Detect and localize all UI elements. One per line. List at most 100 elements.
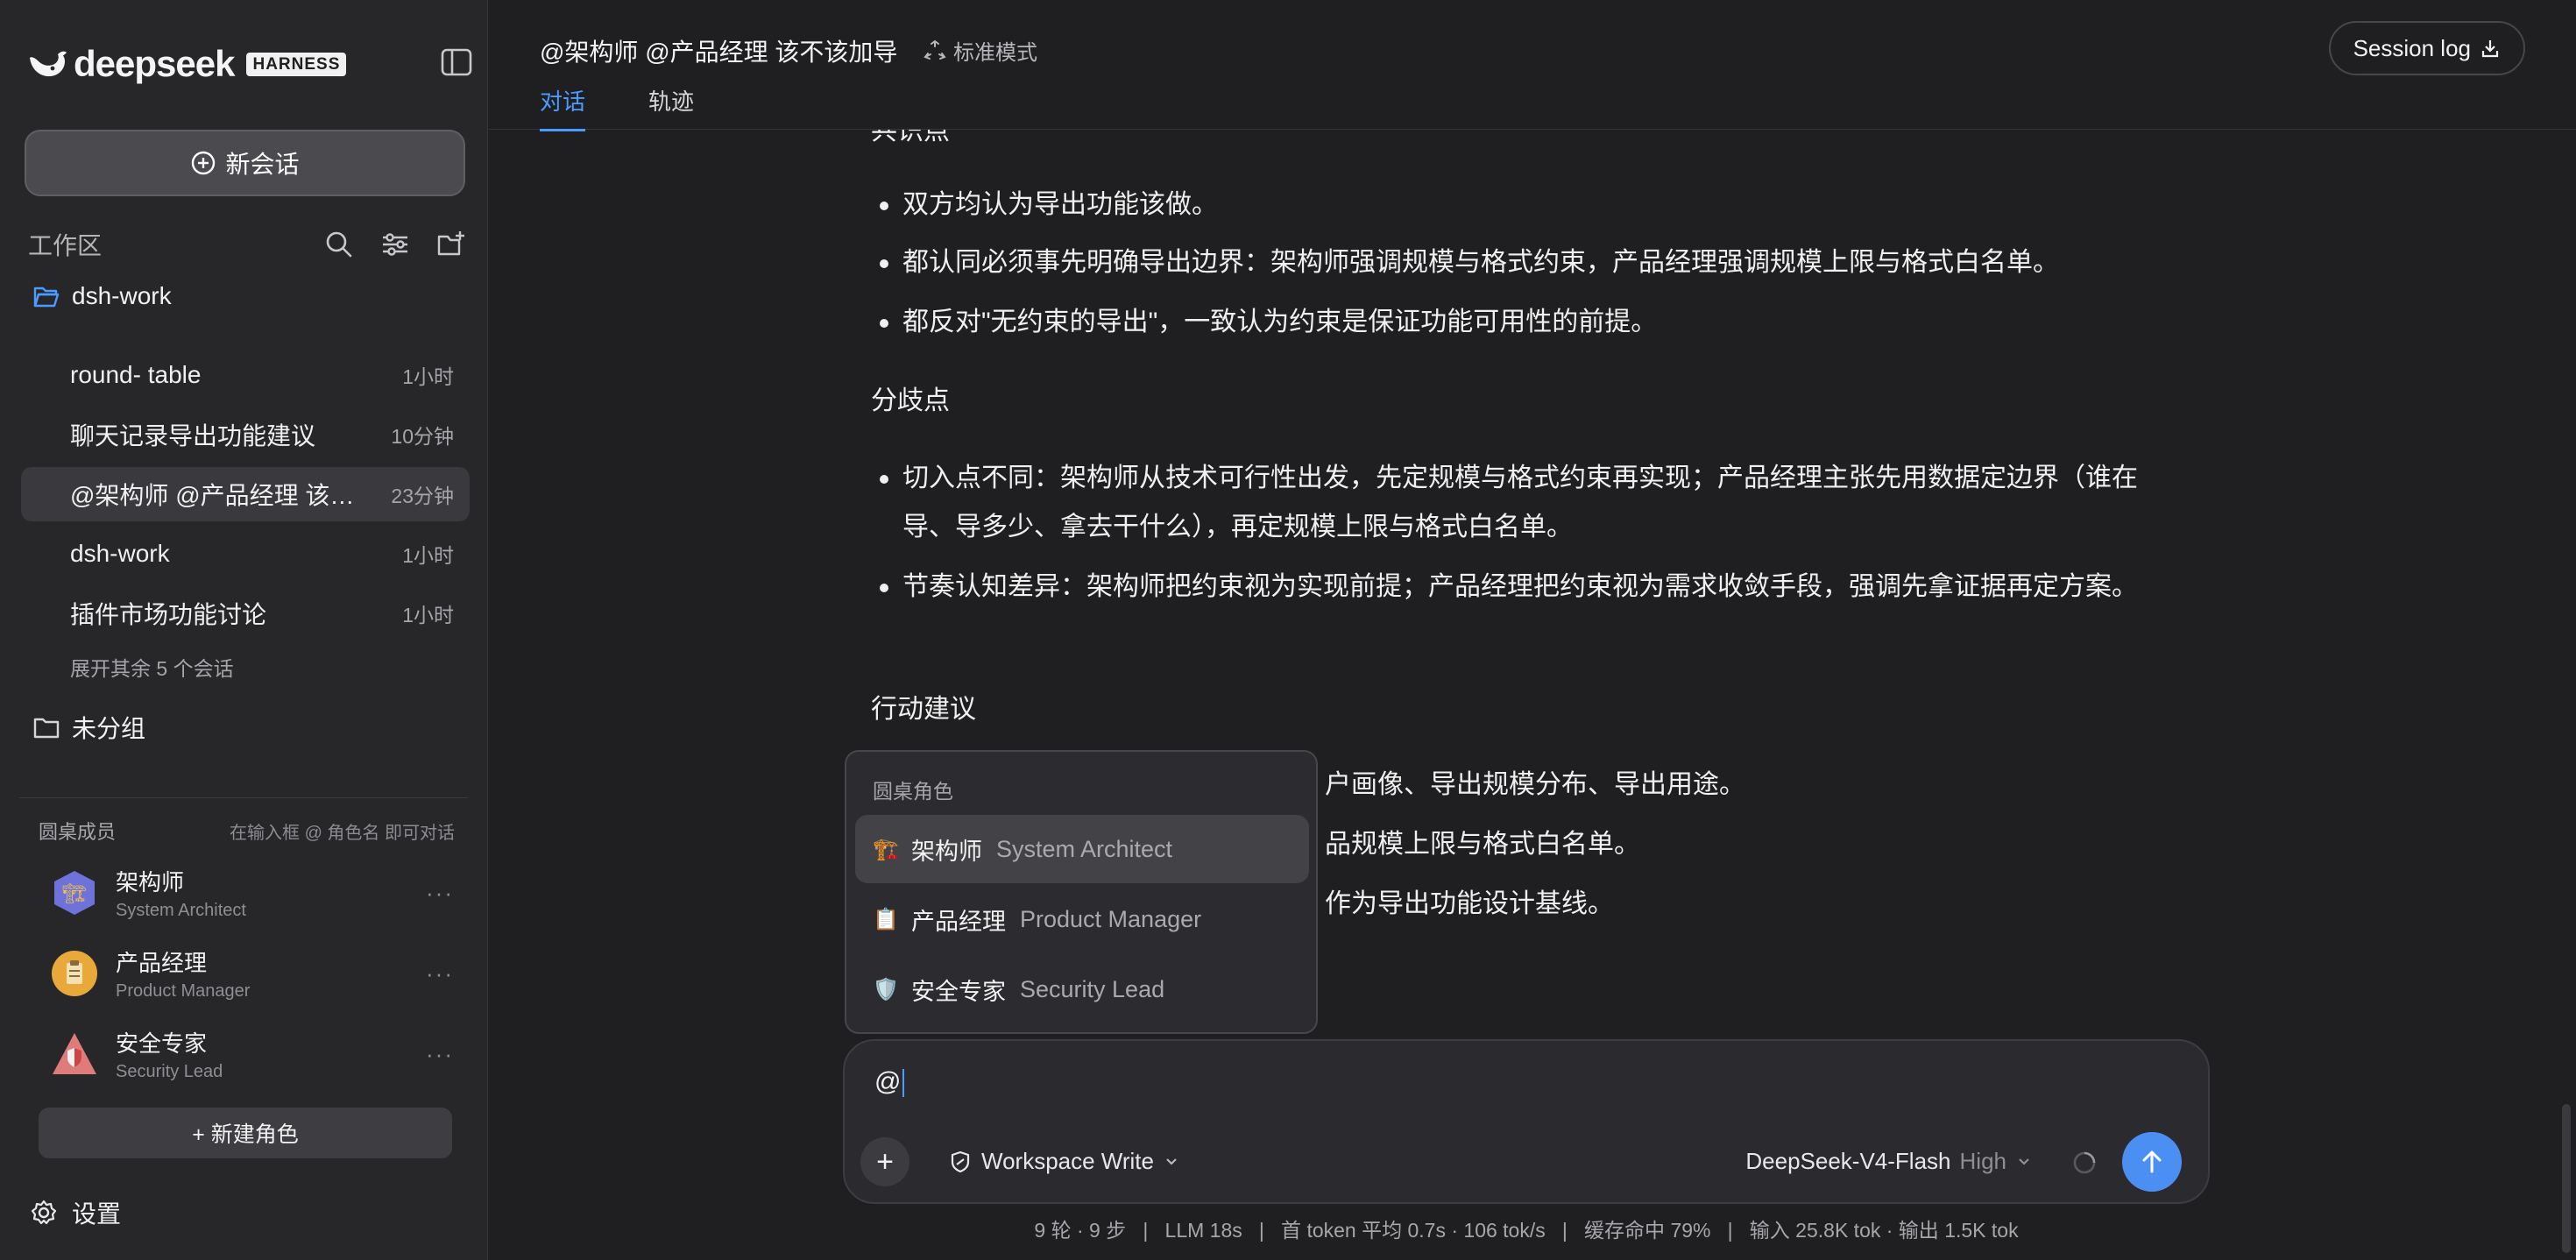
- clipboard-icon: [51, 950, 98, 997]
- logo: deepseek HARNESS: [26, 42, 473, 86]
- shield-icon: [51, 1030, 98, 1078]
- member-name: 安全专家: [116, 1030, 208, 1057]
- search-icon[interactable]: [324, 230, 354, 259]
- workspace-header: 工作区: [28, 226, 466, 263]
- input-value: @: [874, 1067, 902, 1096]
- list-item-partial: 户画像、导出规模分布、导出用途。: [1302, 761, 2113, 810]
- conversation-item[interactable]: round- table 1小时: [21, 348, 470, 402]
- sidebar: deepseek HARNESS 新会话 工作区 dsh-work round-…: [0, 0, 488, 1260]
- new-chat-label: 新会话: [225, 151, 300, 178]
- whale-logo-icon: [30, 51, 67, 77]
- folder-dsh-work[interactable]: dsh-work: [33, 279, 172, 314]
- folder-icon: [33, 718, 60, 739]
- conversation-name: 插件市场功能讨论: [70, 601, 267, 628]
- attach-button[interactable]: +: [860, 1137, 909, 1186]
- arrow-up-icon: [2142, 1150, 2162, 1173]
- new-role-button[interactable]: + 新建角色: [39, 1108, 452, 1158]
- loading-spinner-icon: [2073, 1151, 2096, 1174]
- folder-name: dsh-work: [72, 282, 172, 309]
- popup-header: 圆桌角色: [873, 780, 953, 803]
- option-role: Security Lead: [1020, 975, 1165, 1002]
- filter-sliders-icon[interactable]: [380, 230, 410, 259]
- new-folder-icon[interactable]: [436, 230, 466, 259]
- section-heading: 分歧点: [871, 386, 950, 415]
- tab-bar: 对话 轨迹: [540, 84, 694, 131]
- send-button[interactable]: [2122, 1132, 2182, 1192]
- section-heading: 行动建议: [871, 695, 976, 724]
- conversation-time: 23分钟: [391, 485, 454, 507]
- conversation-item-active[interactable]: @架构师 @产品经理 该不... 23分钟: [21, 467, 470, 521]
- crane-icon: 🏗: [51, 869, 98, 917]
- mention-popup: 圆桌角色 🏗️ 架构师 System Architect 📋 产品经理 Prod…: [845, 750, 1318, 1034]
- mention-option-architect[interactable]: 🏗️ 架构师 System Architect: [855, 815, 1309, 883]
- members-title: 圆桌成员: [39, 821, 117, 843]
- list-item: 节奏认知差异：架构师把约束视为实现前提；产品经理把约束视为需求收敛手段，强调先拿…: [880, 563, 2173, 612]
- conversation-time: 1小时: [402, 604, 454, 626]
- settings-label: 设置: [72, 1200, 122, 1228]
- member-name: 产品经理: [116, 950, 208, 976]
- option-name: 安全专家: [911, 978, 1006, 1005]
- message-input[interactable]: @: [874, 1067, 905, 1098]
- member-product-manager[interactable]: 产品经理 Product Manager ···: [51, 943, 454, 1004]
- tab-chat[interactable]: 对话: [540, 84, 586, 131]
- mention-option-product-manager[interactable]: 📋 产品经理 Product Manager: [855, 885, 1309, 953]
- text-caret: [902, 1069, 905, 1098]
- conversation-name: round- table: [70, 361, 202, 388]
- conversation-name: @架构师 @产品经理 该不...: [70, 482, 368, 509]
- download-icon: [2481, 40, 2499, 58]
- mode-label: 标准模式: [953, 41, 1037, 65]
- list-item: 都认同必须事先明确导出边界：架构师强调规模与格式约束，产品经理强调规模上限与格式…: [880, 238, 2173, 287]
- settings-button[interactable]: 设置: [30, 1195, 121, 1230]
- session-stats: 9 轮 · 9 步 | LLM 18s | 首 token 平均 0.7s · …: [1034, 1219, 2019, 1242]
- permission-label: Workspace Write: [981, 1148, 1154, 1174]
- sidebar-toggle-icon[interactable]: [440, 47, 473, 77]
- gear-icon: [31, 1200, 57, 1225]
- conversation-item[interactable]: dsh-work 1小时: [21, 527, 470, 581]
- option-name: 产品经理: [911, 908, 1006, 935]
- member-role: Product Manager: [116, 981, 251, 1001]
- member-role: Security Lead: [116, 1062, 223, 1081]
- model-selector[interactable]: DeepSeek-V4-Flash High: [1745, 1148, 2033, 1175]
- more-options-icon[interactable]: ···: [426, 960, 454, 987]
- more-options-icon[interactable]: ···: [426, 880, 454, 907]
- more-options-icon[interactable]: ···: [426, 1041, 454, 1068]
- folder-ungrouped[interactable]: 未分组: [33, 710, 145, 745]
- expand-more-link[interactable]: 展开其余 5 个会话: [70, 652, 234, 682]
- scrollbar[interactable]: [2562, 1104, 2571, 1253]
- tab-trace[interactable]: 轨迹: [648, 84, 694, 131]
- chevron-down-icon: [2019, 1157, 2029, 1165]
- conversation-time: 10分钟: [391, 425, 454, 448]
- member-architect[interactable]: 🏗 架构师 System Architect ···: [51, 862, 454, 924]
- shield-edit-icon: [951, 1150, 970, 1172]
- list-item-partial: 作为导出功能设计基线。: [1302, 880, 2113, 929]
- new-chat-button[interactable]: 新会话: [25, 130, 465, 196]
- session-log-button[interactable]: Session log: [2328, 21, 2525, 75]
- workspace-label: 工作区: [28, 232, 103, 259]
- mode-indicator[interactable]: 标准模式: [924, 35, 1037, 66]
- conversation-name: 聊天记录导出功能建议: [70, 422, 316, 449]
- page-title: @架构师 @产品经理 该不该加导: [540, 39, 898, 66]
- conversation-item[interactable]: 插件市场功能讨论 1小时: [21, 586, 470, 641]
- option-name: 架构师: [911, 838, 982, 865]
- member-role: System Architect: [116, 901, 246, 920]
- folder-name: 未分组: [72, 715, 146, 742]
- logo-text: deepseek: [74, 43, 235, 84]
- list-item: 都反对"无约束的导出"，一致认为约束是保证功能可用性的前提。: [880, 298, 2173, 347]
- option-role: Product Manager: [1020, 905, 1202, 932]
- member-name: 架构师: [116, 869, 185, 895]
- conversation-name: dsh-work: [70, 540, 170, 567]
- option-role: System Architect: [996, 835, 1173, 862]
- list-item-partial: 品规模上限与格式白名单。: [1302, 820, 2113, 869]
- mention-option-security-lead[interactable]: 🛡️ 安全专家 Security Lead: [855, 955, 1309, 1023]
- conversation-time: 1小时: [402, 365, 454, 388]
- recycle-icon: [924, 39, 946, 60]
- members-hint: 在输入框 @ 角色名 即可对话: [230, 823, 455, 843]
- svg-text:🏗: 🏗: [62, 882, 87, 904]
- crane-icon: 🏗️: [873, 837, 899, 861]
- conversation-item[interactable]: 聊天记录导出功能建议 10分钟: [21, 407, 470, 462]
- member-security-lead[interactable]: 安全专家 Security Lead ···: [51, 1023, 454, 1085]
- permission-selector[interactable]: Workspace Write: [948, 1148, 1180, 1175]
- chevron-down-icon: [1166, 1157, 1177, 1165]
- main-header: @架构师 @产品经理 该不该加导 标准模式 对话 轨迹 Session log: [489, 0, 2576, 131]
- harness-badge: HARNESS: [246, 52, 347, 76]
